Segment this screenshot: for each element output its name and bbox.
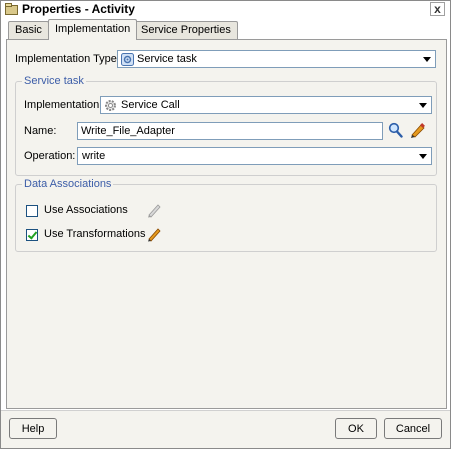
tab-implementation[interactable]: Implementation <box>48 19 138 40</box>
app-window-icon <box>5 3 18 15</box>
implementation-select[interactable]: Service Call <box>100 96 432 114</box>
service-task-group-title: Service task <box>22 75 86 87</box>
use-transformations-label[interactable]: Use Transformations <box>44 228 145 240</box>
implementation-type-label: Implementation Type: <box>15 53 120 65</box>
tab-basic[interactable]: Basic <box>8 21 49 39</box>
operation-label: Operation: <box>24 150 76 162</box>
properties-dialog: Properties - Activity x Basic Implementa… <box>0 0 451 449</box>
close-icon: x <box>434 2 441 16</box>
title-bar: Properties - Activity x <box>1 1 450 18</box>
chevron-down-icon <box>419 154 427 159</box>
tab-service-properties[interactable]: Service Properties <box>134 21 238 39</box>
name-field[interactable]: Write_File_Adapter <box>77 122 383 140</box>
edit-pencil-icon[interactable] <box>409 122 426 139</box>
edit-pencil-icon[interactable] <box>146 225 162 242</box>
close-button[interactable]: x <box>430 2 445 16</box>
service-task-group: Service task Implementation: Service Cal… <box>15 75 437 176</box>
search-icon[interactable] <box>388 122 403 138</box>
edit-pencil-disabled-icon <box>148 204 161 218</box>
cancel-button[interactable]: Cancel <box>384 418 442 439</box>
operation-value: write <box>82 150 106 162</box>
dialog-button-bar: Help OK Cancel <box>1 410 450 448</box>
ok-button[interactable]: OK <box>335 418 377 439</box>
name-value: Write_File_Adapter <box>81 125 175 137</box>
gear-icon <box>105 100 116 111</box>
help-button[interactable]: Help <box>9 418 57 439</box>
use-associations-checkbox[interactable] <box>26 205 38 217</box>
implementation-tab-panel: Implementation Type: Service task Servic… <box>6 39 447 409</box>
implementation-type-value: Service task <box>137 53 197 65</box>
data-associations-group: Data Associations Use Associations Use T… <box>15 178 437 252</box>
chevron-down-icon <box>423 57 431 62</box>
service-task-icon <box>121 53 134 66</box>
implementation-type-select[interactable]: Service task <box>117 50 436 68</box>
implementation-label: Implementation: <box>24 99 103 111</box>
use-transformations-checkbox[interactable] <box>26 229 38 241</box>
name-label: Name: <box>24 125 57 137</box>
window-title: Properties - Activity <box>22 2 135 16</box>
data-associations-group-title: Data Associations <box>22 178 114 190</box>
implementation-value: Service Call <box>121 99 180 111</box>
chevron-down-icon <box>419 103 427 108</box>
use-associations-label[interactable]: Use Associations <box>44 204 128 216</box>
operation-select[interactable]: write <box>77 147 432 165</box>
